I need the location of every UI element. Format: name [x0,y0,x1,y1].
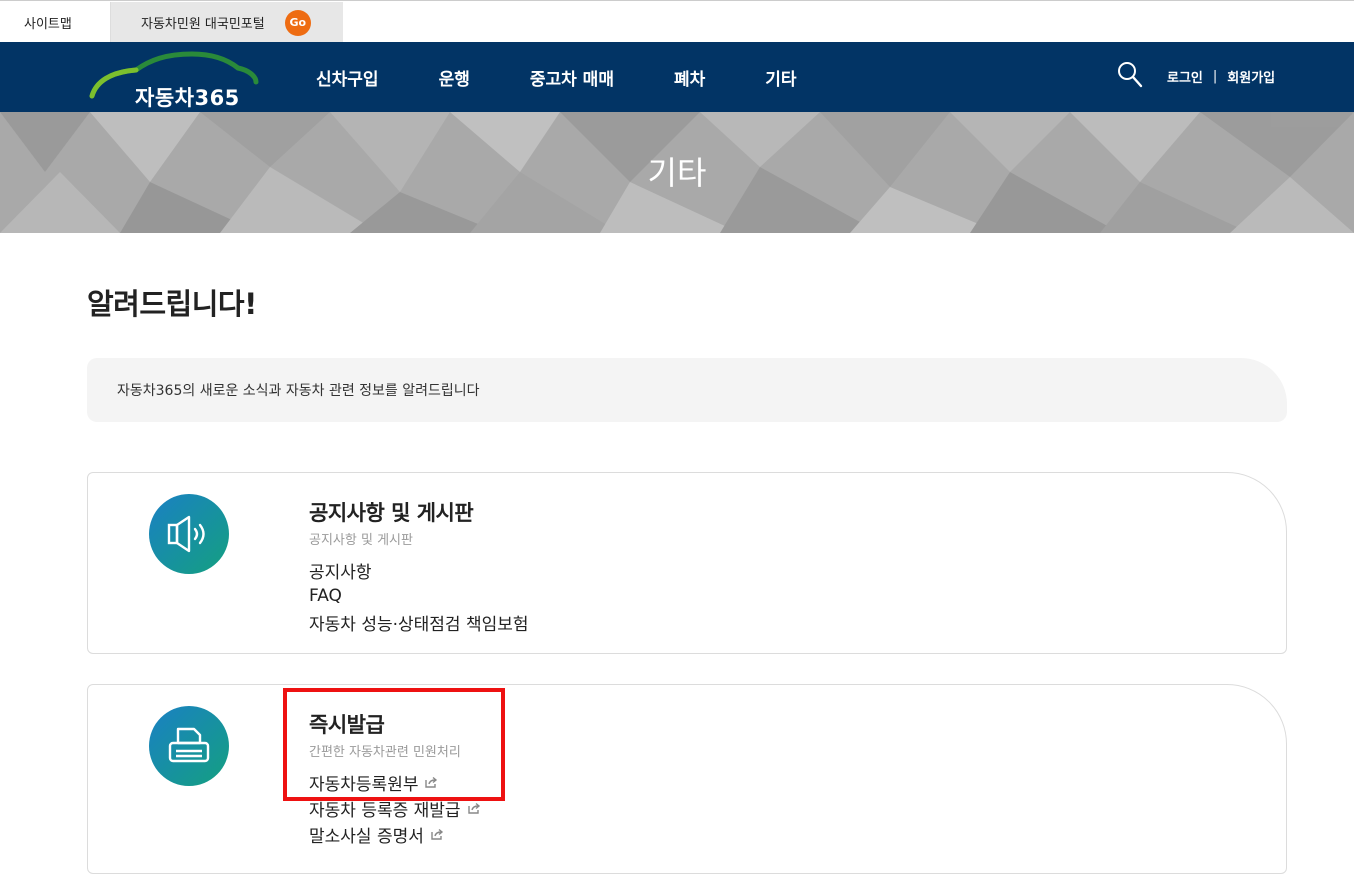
link-faq[interactable]: FAQ [309,583,529,609]
page-title: 알려드립니다! [87,287,257,321]
external-link-icon [431,828,443,840]
link-label: 말소사실 증명서 [309,826,424,847]
page-banner: 기타 [0,112,1354,233]
signup-link[interactable]: 회원가입 [1227,67,1275,86]
card-title: 즉시발급 [309,713,385,737]
logo-text: 자동차365 [135,86,240,110]
link-label: 자동차 성능·상태점검 책임보험 [309,614,529,635]
search-icon[interactable] [1117,61,1143,89]
card-instant-issue: 즉시발급 간편한 자동차관련 민원처리 자동차등록원부 자동차 등록증 재발급 … [87,684,1287,874]
external-link-icon [467,802,480,814]
card-links: 자동차등록원부 자동차 등록증 재발급 말소사실 증명서 [309,769,481,847]
link-notice[interactable]: 공지사항 [309,557,529,583]
link-label: 공지사항 [309,562,372,583]
main-menu: 신차구입 운행 중고차 매매 폐차 기타 [316,42,857,112]
card-notice-board: 공지사항 및 게시판 공지사항 및 게시판 공지사항 FAQ 자동차 성능·상태… [87,472,1287,654]
portal-link[interactable]: 자동차민원 대국민포털 Go [111,2,343,43]
menu-etc[interactable]: 기타 [765,65,796,90]
menu-used-car[interactable]: 중고차 매매 [530,65,614,90]
card-subtitle: 공지사항 및 게시판 [309,533,413,548]
link-insurance[interactable]: 자동차 성능·상태점검 책임보험 [309,609,529,635]
site-logo[interactable]: 자동차365 [88,48,260,110]
external-link-icon [425,776,438,788]
portal-label: 자동차민원 대국민포털 [141,17,265,32]
printer-icon [149,706,229,786]
link-registration-record[interactable]: 자동차등록원부 [309,769,481,795]
auth-links: 로그인 | 회원가입 [1167,67,1275,86]
card-links: 공지사항 FAQ 자동차 성능·상태점검 책임보험 [309,557,529,635]
banner-title: 기타 [647,154,707,192]
go-badge[interactable]: Go [284,9,311,36]
main-navigation: 자동차365 신차구입 운행 중고차 매매 폐차 기타 로그인 | 회원가입 [0,42,1354,112]
sitemap-label: 사이트맵 [24,17,72,32]
link-cancellation-certificate[interactable]: 말소사실 증명서 [309,821,481,847]
link-label: 자동차등록원부 [309,774,419,795]
menu-new-car[interactable]: 신차구입 [316,65,379,90]
menu-driving[interactable]: 운행 [439,65,470,90]
speaker-icon [149,494,229,574]
link-label: 자동차 등록증 재발급 [309,800,461,821]
card-subtitle: 간편한 자동차관련 민원처리 [309,745,461,760]
auth-separator: | [1212,69,1218,84]
intro-box: 자동차365의 새로운 소식과 자동차 관련 정보를 알려드립니다 [87,358,1287,422]
link-registration-reissue[interactable]: 자동차 등록증 재발급 [309,795,481,821]
utility-bar: 사이트맵 자동차민원 대국민포털 Go [0,0,1354,43]
login-link[interactable]: 로그인 [1167,67,1203,86]
intro-text: 자동차365의 새로운 소식과 자동차 관련 정보를 알려드립니다 [117,383,480,399]
link-label: FAQ [309,586,342,606]
sitemap-link[interactable]: 사이트맵 [0,2,111,43]
menu-scrap[interactable]: 폐차 [674,65,705,90]
card-title: 공지사항 및 게시판 [309,501,474,525]
